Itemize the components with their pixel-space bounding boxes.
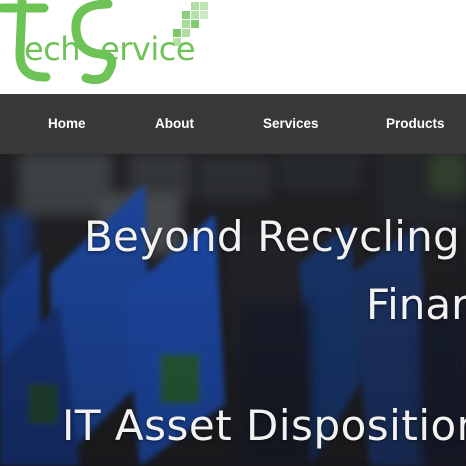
techservice-logo[interactable]: ech ervice — [0, 0, 215, 94]
hero-subheadline: Finar — [366, 280, 466, 329]
logo-wordmark: ech ervice — [24, 27, 196, 71]
site-header: ech ervice — [0, 0, 466, 94]
nav-item-products[interactable]: Products — [386, 94, 445, 154]
nav-item-about[interactable]: About — [155, 94, 194, 154]
logo-prefix: ech — [24, 30, 81, 68]
nav-item-home[interactable]: Home — [48, 94, 86, 154]
nav-item-services[interactable]: Services — [263, 94, 319, 154]
hero-tagline: IT Asset Disposition S — [62, 401, 466, 450]
logo-suffix: ervice — [100, 30, 196, 68]
main-nav: Home About Services Products — [0, 94, 466, 154]
hero-headline: Beyond Recycling — [84, 212, 460, 261]
hero-banner: Beyond Recycling Finar IT Asset Disposit… — [0, 154, 466, 466]
